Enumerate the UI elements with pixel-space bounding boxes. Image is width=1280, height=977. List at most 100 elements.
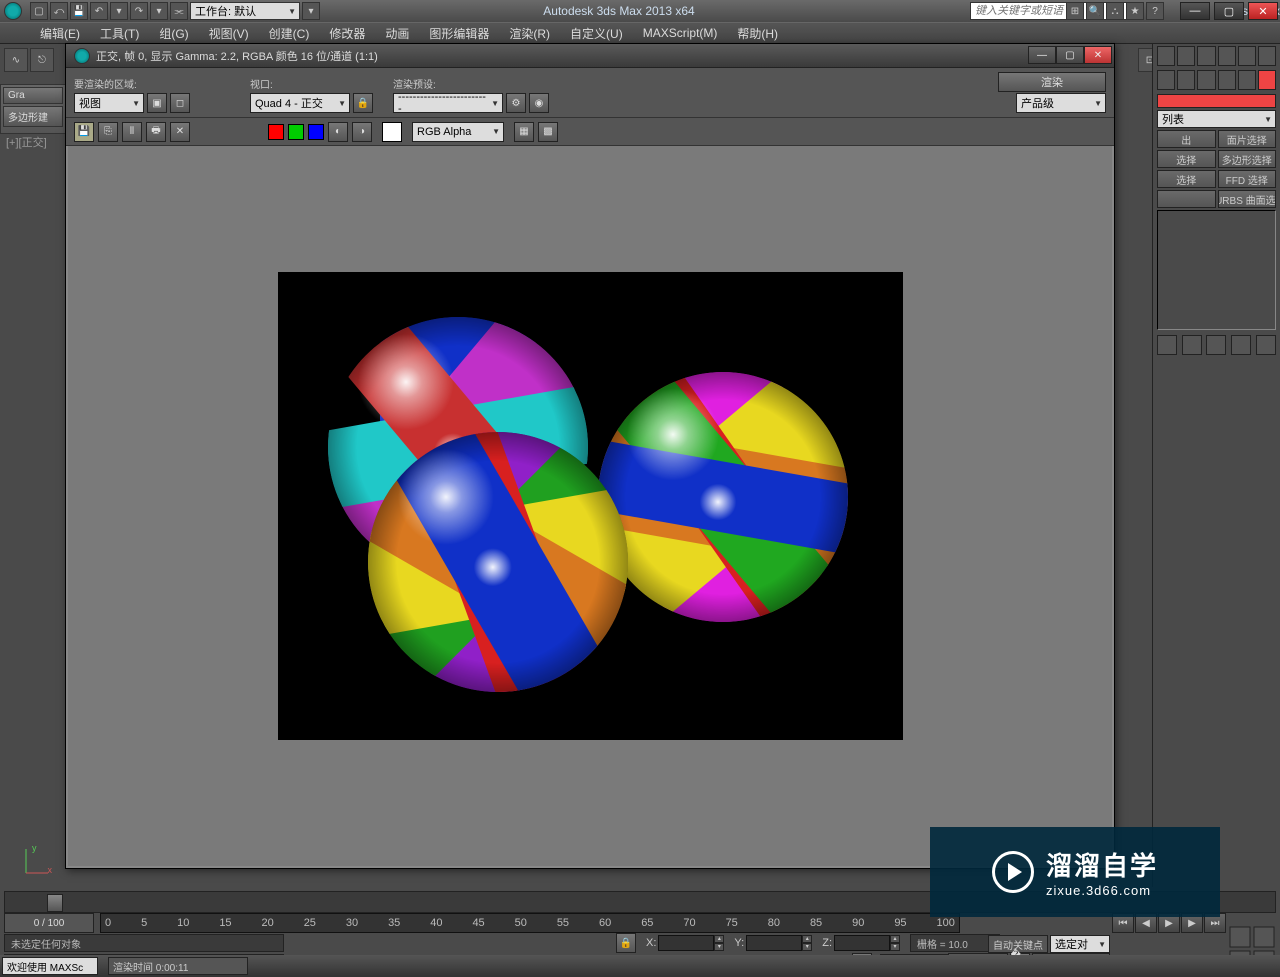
redo-dropdown-icon[interactable]: ▾: [150, 2, 168, 20]
menu-help[interactable]: 帮助(H): [727, 23, 788, 43]
menu-group[interactable]: 组(G): [149, 23, 198, 43]
display-tab-icon[interactable]: [1238, 46, 1256, 66]
y-input[interactable]: [746, 935, 802, 951]
menu-edit[interactable]: 编辑(E): [30, 23, 90, 43]
viewport-select[interactable]: Quad 4 - 正交: [250, 93, 350, 113]
preset-setup-icon[interactable]: ⚙: [506, 93, 526, 113]
preset-select[interactable]: -------------------------: [393, 93, 503, 113]
menu-view[interactable]: 视图(V): [199, 23, 259, 43]
red-channel-toggle[interactable]: [268, 124, 284, 140]
x-label: X:: [646, 937, 656, 949]
subcat-2-icon[interactable]: [1177, 70, 1195, 90]
undo-icon[interactable]: ↶: [90, 2, 108, 20]
create-tab-icon[interactable]: [1157, 46, 1175, 66]
clone-image-icon[interactable]: ⫴: [122, 122, 142, 142]
render-window-close[interactable]: ✕: [1084, 46, 1112, 64]
close-button[interactable]: ✕: [1248, 2, 1278, 20]
link-icon[interactable]: ⫘: [170, 2, 188, 20]
new-file-icon[interactable]: ▢: [30, 2, 48, 20]
stack-config-icon[interactable]: [1256, 335, 1276, 355]
infocenter-1-icon[interactable]: ⊞: [1066, 2, 1084, 20]
menu-create[interactable]: 创建(C): [259, 23, 320, 43]
sel-btn-5[interactable]: FFD 选择: [1218, 170, 1277, 188]
subcat-4-icon[interactable]: [1218, 70, 1236, 90]
hierarchy-tab-icon[interactable]: [1197, 46, 1215, 66]
menu-maxscript[interactable]: MAXScript(M): [633, 23, 728, 43]
print-image-icon[interactable]: 🖶: [146, 122, 166, 142]
sel-btn-6[interactable]: [1157, 190, 1216, 208]
save-image-icon[interactable]: 💾: [74, 122, 94, 142]
viewport-label[interactable]: [+][正交]: [6, 134, 47, 150]
lock-selection-icon[interactable]: 🔒: [616, 933, 636, 953]
preset-env-icon[interactable]: ◉: [529, 93, 549, 113]
alpha-channel-icon[interactable]: ◐: [328, 122, 348, 142]
infocenter-4-icon[interactable]: ★: [1126, 2, 1144, 20]
subcat-3-icon[interactable]: [1197, 70, 1215, 90]
modify-tab-icon[interactable]: [1177, 46, 1195, 66]
stack-pin-icon[interactable]: [1157, 335, 1177, 355]
region-edit-icon[interactable]: ▣: [147, 93, 167, 113]
stack-remove-icon[interactable]: [1231, 335, 1251, 355]
subcat-5-icon[interactable]: [1238, 70, 1256, 90]
copy-image-icon[interactable]: ⎘: [98, 122, 118, 142]
sel-btn-0[interactable]: 出: [1157, 130, 1216, 148]
infocenter-3-icon[interactable]: ⛬: [1106, 2, 1124, 20]
menu-grapheditor[interactable]: 图形编辑器: [419, 23, 499, 43]
render-window-minimize[interactable]: —: [1028, 46, 1056, 64]
clear-image-icon[interactable]: ✕: [170, 122, 190, 142]
viewport-lock-icon[interactable]: 🔒: [353, 93, 373, 113]
menu-modifiers[interactable]: 修改器: [319, 23, 375, 43]
maximize-button[interactable]: ▢: [1214, 2, 1244, 20]
mono-channel-icon[interactable]: ◑: [352, 122, 372, 142]
unlink-tool-icon[interactable]: ⎋: [30, 48, 54, 72]
workspace-select[interactable]: 工作台: 默认: [190, 2, 300, 20]
green-channel-toggle[interactable]: [288, 124, 304, 140]
menu-customize[interactable]: 自定义(U): [560, 23, 633, 43]
z-input[interactable]: [834, 935, 890, 951]
sel-btn-2[interactable]: 选择: [1157, 150, 1216, 168]
sel-btn-1[interactable]: 面片选择: [1218, 130, 1277, 148]
infocenter-help-icon[interactable]: ?: [1146, 2, 1164, 20]
motion-tab-icon[interactable]: [1218, 46, 1236, 66]
toggle-overlay-a-icon[interactable]: ▦: [514, 122, 534, 142]
link-tool-icon[interactable]: ∿: [4, 48, 28, 72]
object-color-swatch[interactable]: [1157, 94, 1276, 108]
time-slider-thumb[interactable]: [47, 894, 63, 912]
render-area-select[interactable]: 视图: [74, 93, 144, 113]
background-color-swatch[interactable]: [382, 122, 402, 142]
region-auto-icon[interactable]: ◻: [170, 93, 190, 113]
modifier-stack[interactable]: [1157, 210, 1276, 330]
sel-btn-4[interactable]: 选择: [1157, 170, 1216, 188]
menu-animation[interactable]: 动画: [375, 23, 419, 43]
subcat-6-icon[interactable]: [1258, 70, 1276, 90]
modifier-list-select[interactable]: 列表: [1157, 110, 1276, 128]
menu-tools[interactable]: 工具(T): [90, 23, 149, 43]
open-file-icon[interactable]: ⤺: [50, 2, 68, 20]
blue-channel-toggle[interactable]: [308, 124, 324, 140]
channel-select[interactable]: RGB Alpha: [412, 122, 504, 142]
ribbon-sub-polymodel[interactable]: 多边形建: [3, 106, 63, 127]
render-window-maximize[interactable]: ▢: [1056, 46, 1084, 64]
utilities-tab-icon[interactable]: [1258, 46, 1276, 66]
x-input[interactable]: [658, 935, 714, 951]
sel-btn-7[interactable]: NURBS 曲面选择: [1218, 190, 1277, 208]
frame-display[interactable]: 0 / 100: [4, 913, 94, 933]
keymode-select[interactable]: 选定对: [1050, 935, 1110, 953]
render-window-titlebar[interactable]: 正交, 帧 0, 显示 Gamma: 2.2, RGBA 颜色 16 位/通道 …: [66, 44, 1114, 68]
sel-btn-3[interactable]: 多边形选择: [1218, 150, 1277, 168]
save-file-icon[interactable]: 💾: [70, 2, 88, 20]
ribbon-tab-graphite[interactable]: Gra: [3, 87, 63, 104]
infocenter-2-icon[interactable]: 🔍: [1086, 2, 1104, 20]
minimize-button[interactable]: —: [1180, 2, 1210, 20]
workspace-extra-icon[interactable]: ▾: [302, 2, 320, 20]
stack-unique-icon[interactable]: [1206, 335, 1226, 355]
menu-render[interactable]: 渲染(R): [499, 23, 560, 43]
stack-show-icon[interactable]: [1182, 335, 1202, 355]
redo-icon[interactable]: ↷: [130, 2, 148, 20]
time-ruler[interactable]: 0 5 10 15 20 25 30 35 40 45 50 55 60 65 …: [100, 913, 960, 933]
subcat-1-icon[interactable]: [1157, 70, 1175, 90]
production-select[interactable]: 产品级: [1016, 93, 1106, 113]
render-button[interactable]: 渲染: [998, 72, 1106, 92]
undo-dropdown-icon[interactable]: ▾: [110, 2, 128, 20]
toggle-overlay-b-icon[interactable]: ▩: [538, 122, 558, 142]
